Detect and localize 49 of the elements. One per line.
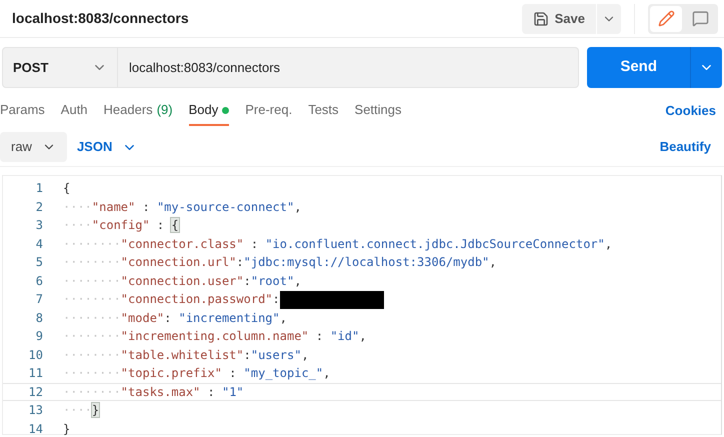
code-line: ········"tasks.max" : "1": [63, 384, 245, 401]
request-tab[interactable]: Settings: [354, 96, 402, 126]
body-type-dropdown[interactable]: raw: [0, 132, 67, 162]
code-line: ········"connection.user":"root",: [63, 272, 302, 290]
code-line: ········"connector.class" : "io.confluent.connect.jdbc.JdbcSourceConnector",: [63, 236, 614, 253]
code-editor[interactable]: [2, 175, 722, 435]
line-number: 13: [28, 402, 43, 420]
line-number: 12: [28, 384, 43, 401]
line-number: 5: [34, 254, 43, 272]
save-menu-button[interactable]: [597, 4, 621, 34]
line-number: 10: [28, 346, 43, 364]
code-line: ····"config" : {: [63, 217, 180, 234]
code-line: ········"topic.prefix" : "my_topic_",: [63, 365, 332, 382]
language-dropdown[interactable]: JSON: [76, 137, 660, 157]
line-number: 3: [34, 217, 43, 234]
beautify-link[interactable]: Beautify: [660, 137, 711, 157]
url-field[interactable]: localhost:8083/connectors: [118, 47, 580, 88]
code-line: ····"name" : "my-source-connect",: [63, 198, 302, 216]
code-line: ········"table.whitelist":"users",: [63, 346, 310, 364]
request-tab[interactable]: Params: [0, 96, 45, 126]
pencil-icon: [658, 10, 674, 27]
code-line: ····}: [63, 402, 100, 420]
request-tab[interactable]: Tests: [308, 96, 339, 126]
code-line: ········"mode": "incrementing",: [63, 310, 288, 327]
code-line: ········"incrementing.column.name" : "id",: [63, 328, 368, 346]
code-line: ········"connection.url":"jdbc:mysql://localhost:3306/mydb",: [63, 254, 498, 272]
line-number: 14: [28, 420, 43, 437]
code-line: }: [63, 420, 72, 437]
request-tab[interactable]: Auth: [60, 96, 88, 126]
code-line: ········"connection.password":: [63, 290, 721, 309]
line-number: 9: [34, 328, 43, 346]
line-number: 6: [34, 272, 43, 290]
line-number: 2: [34, 198, 43, 216]
line-number: 1: [34, 180, 43, 198]
line-number: 4: [34, 236, 43, 253]
mode-toggle-option[interactable]: [650, 6, 682, 32]
line-number: 11: [28, 365, 43, 382]
cookies-link[interactable]: Cookies: [665, 101, 716, 121]
code-line: {: [63, 180, 72, 198]
request-title: localhost:8083/connectors: [12, 9, 190, 28]
line-number: 8: [34, 310, 43, 327]
method-dropdown[interactable]: POST: [2, 47, 118, 88]
request-tab[interactable]: Body: [188, 96, 230, 126]
save-button[interactable]: Save: [522, 4, 596, 34]
request-tab[interactable]: Pre-req.: [245, 96, 292, 126]
save-icon: [532, 10, 549, 26]
line-number: 7: [34, 291, 43, 308]
request-tab[interactable]: Headers (9): [104, 96, 173, 126]
comment-icon: [692, 10, 708, 27]
